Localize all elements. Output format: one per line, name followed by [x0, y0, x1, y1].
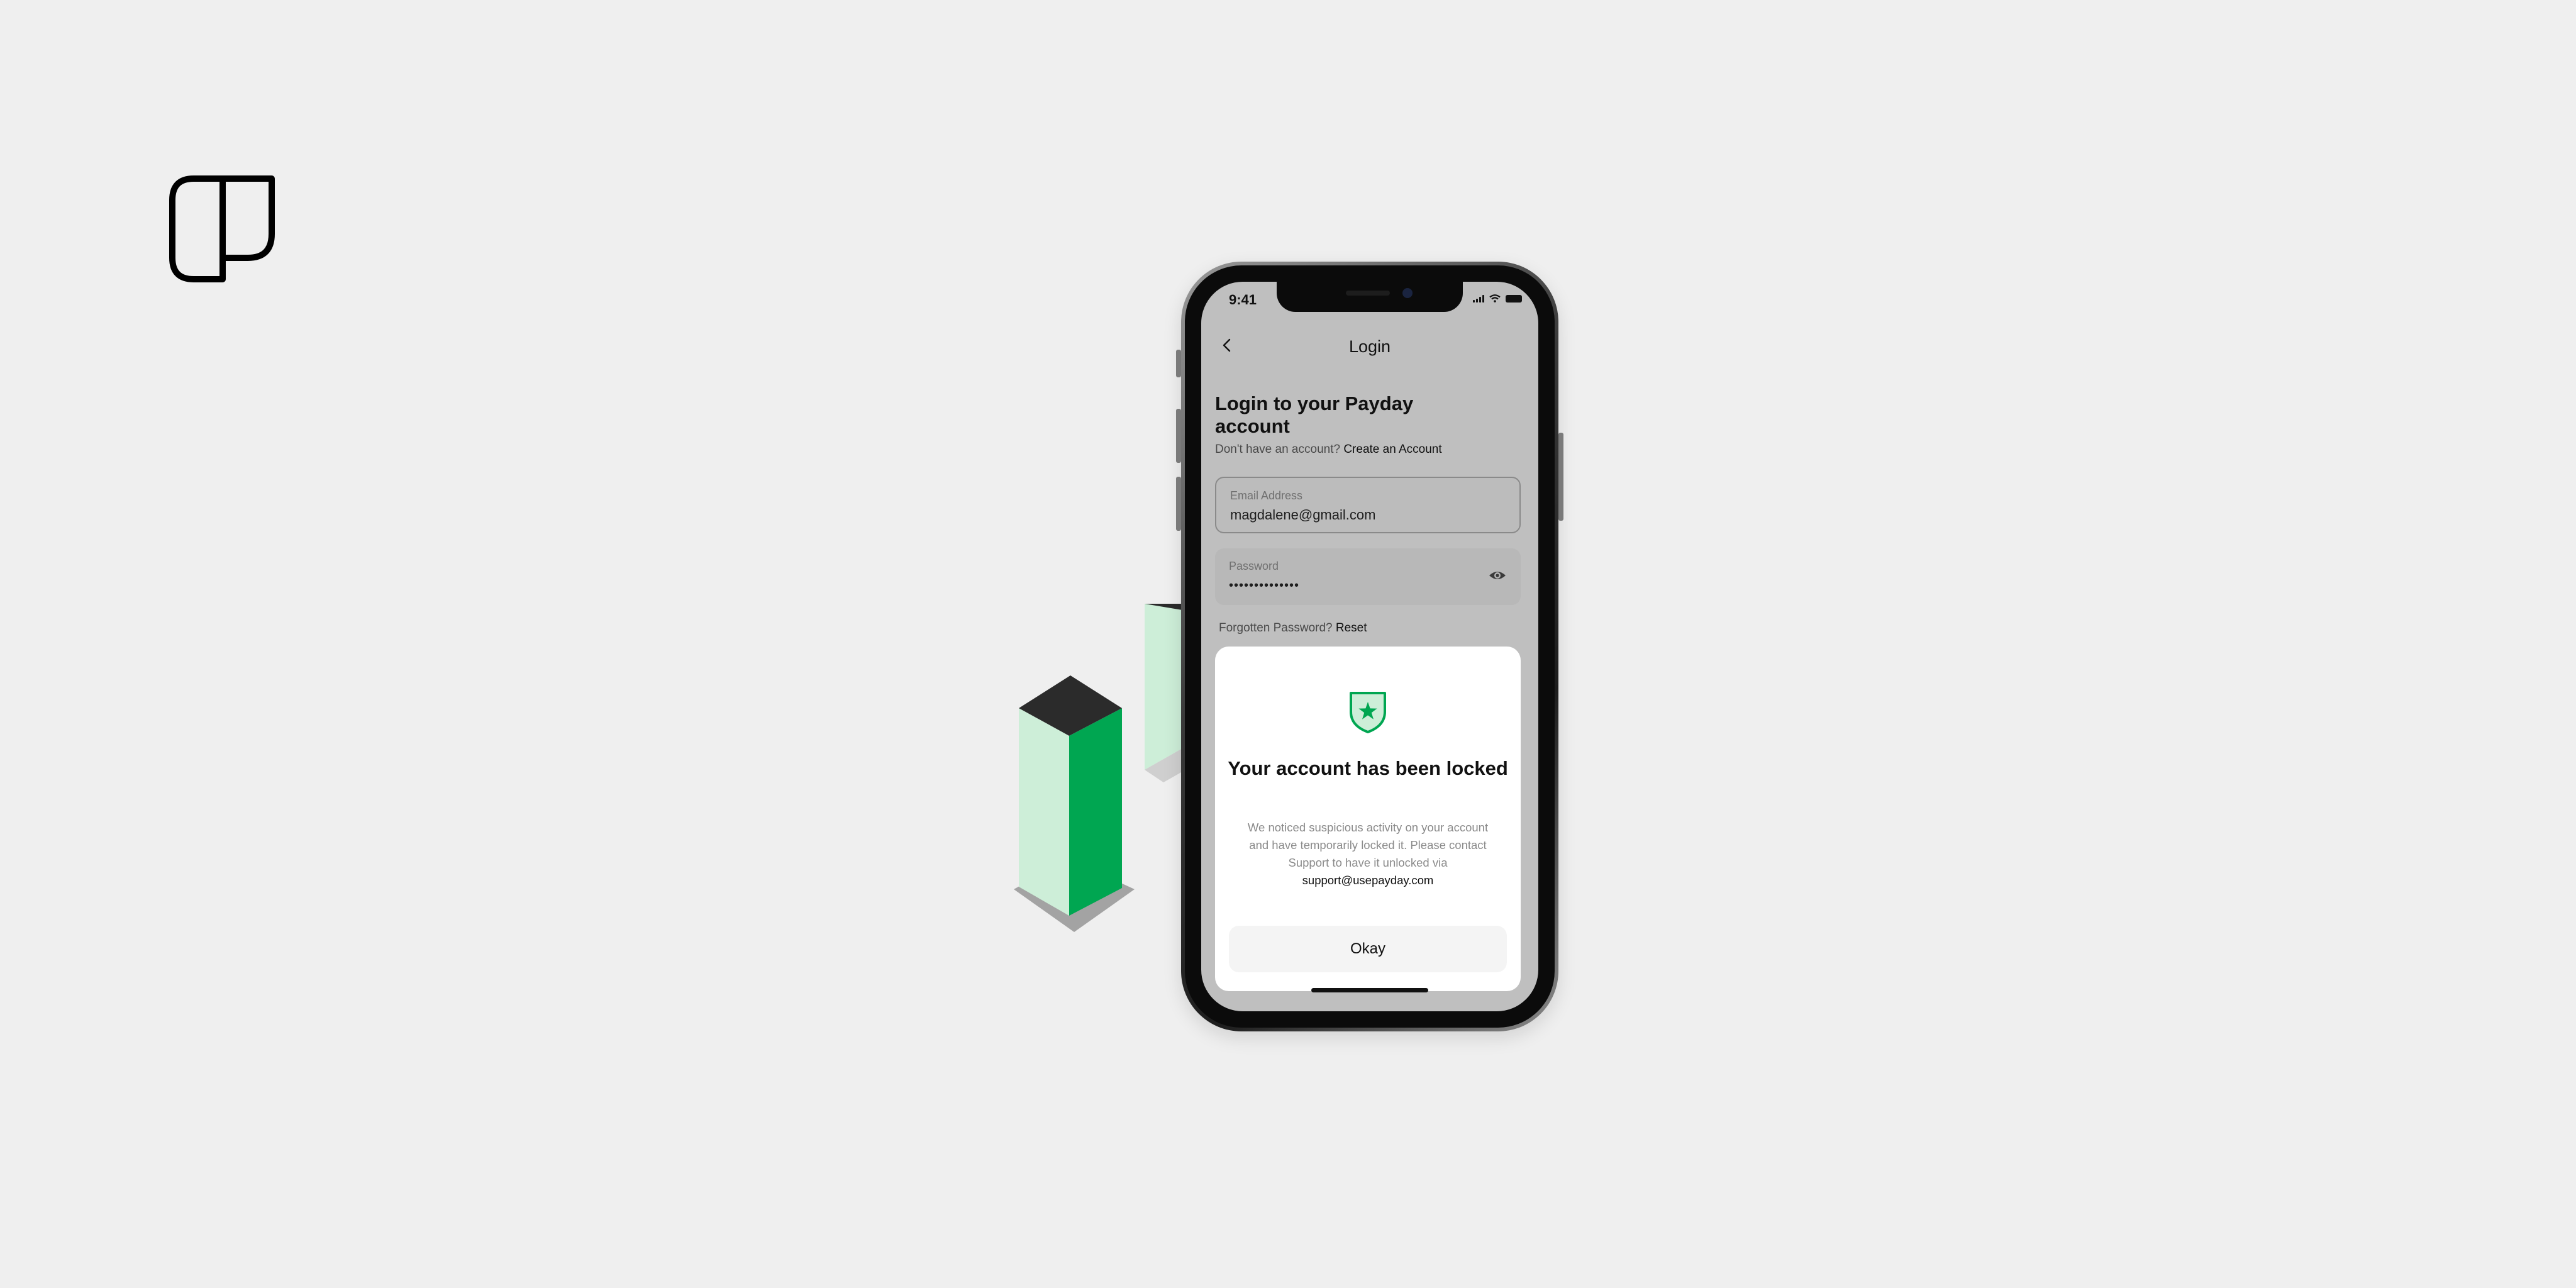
email-field-label: Email Address — [1230, 489, 1303, 502]
page-title: Login — [1348, 337, 1391, 356]
forgot-password-text: Forgotten Password? — [1219, 621, 1333, 635]
nav-bar: Login — [1201, 330, 1538, 361]
support-email-link[interactable]: support@usepayday.com — [1302, 874, 1434, 887]
password-field-label: Password — [1229, 560, 1279, 572]
email-field[interactable]: Email Address magdalene@gmail.com — [1215, 477, 1521, 533]
okay-button[interactable]: Okay — [1229, 926, 1507, 972]
forgot-password-line: Forgotten Password? Reset — [1219, 621, 1367, 635]
eye-icon[interactable] — [1488, 569, 1507, 582]
shield-star-icon — [1350, 692, 1386, 733]
phone-mockup: 9:41 Login Login to your Payday account … — [1176, 262, 1563, 1031]
status-icons — [1473, 294, 1522, 303]
status-time: 9:41 — [1229, 292, 1257, 308]
volume-down-button — [1176, 477, 1181, 531]
reset-password-link[interactable]: Reset — [1336, 621, 1367, 635]
payday-logo-icon — [169, 175, 275, 282]
password-field[interactable]: Password •••••••••••••• — [1215, 548, 1521, 605]
account-locked-dialog: Your account has been locked We noticed … — [1215, 647, 1521, 991]
battery-icon — [1506, 294, 1522, 303]
dialog-message-text: We noticed suspicious activity on your a… — [1247, 821, 1489, 869]
create-account-link[interactable]: Create an Account — [1343, 443, 1441, 456]
phone-screen: 9:41 Login Login to your Payday account … — [1201, 282, 1538, 1011]
cellular-signal-icon — [1473, 294, 1484, 303]
no-account-text: Don't have an account? — [1215, 443, 1341, 456]
home-indicator[interactable] — [1311, 988, 1428, 992]
dialog-title: Your account has been locked — [1228, 757, 1508, 779]
status-bar: 9:41 — [1201, 282, 1538, 313]
dialog-message: We noticed suspicious activity on your a… — [1240, 819, 1496, 889]
signup-prompt: Don't have an account? Create an Account — [1215, 443, 1442, 457]
login-heading: Login to your Payday account — [1215, 392, 1414, 437]
email-field-value[interactable]: magdalene@gmail.com — [1230, 507, 1375, 523]
volume-up-button — [1176, 409, 1181, 463]
canvas: 9:41 Login Login to your Payday account … — [0, 0, 2576, 1288]
wifi-icon — [1489, 294, 1501, 303]
power-button — [1558, 433, 1563, 521]
mute-switch — [1176, 350, 1181, 377]
password-field-value[interactable]: •••••••••••••• — [1229, 579, 1299, 593]
